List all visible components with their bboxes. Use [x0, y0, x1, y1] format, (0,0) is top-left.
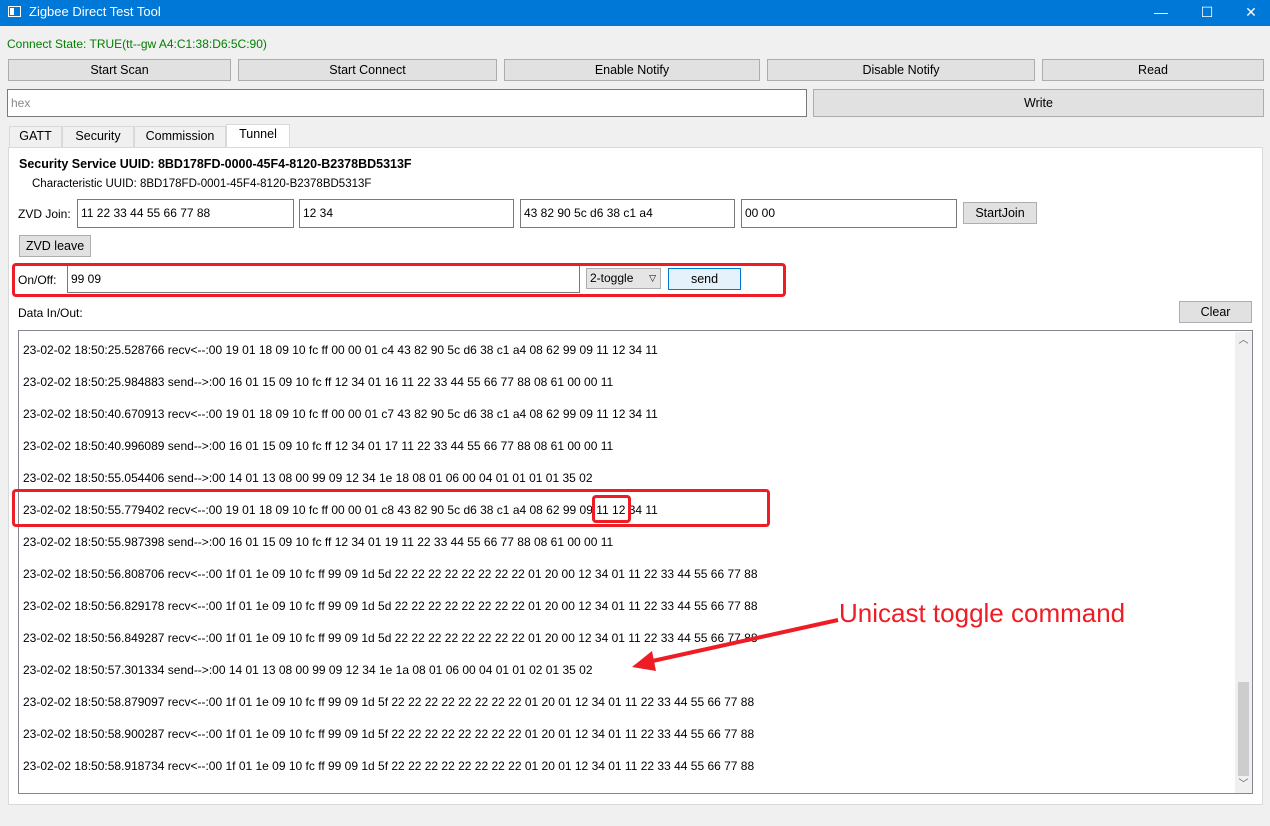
annotation-arrow-icon [632, 618, 839, 671]
annotation-label: Unicast toggle command [839, 598, 1126, 628]
